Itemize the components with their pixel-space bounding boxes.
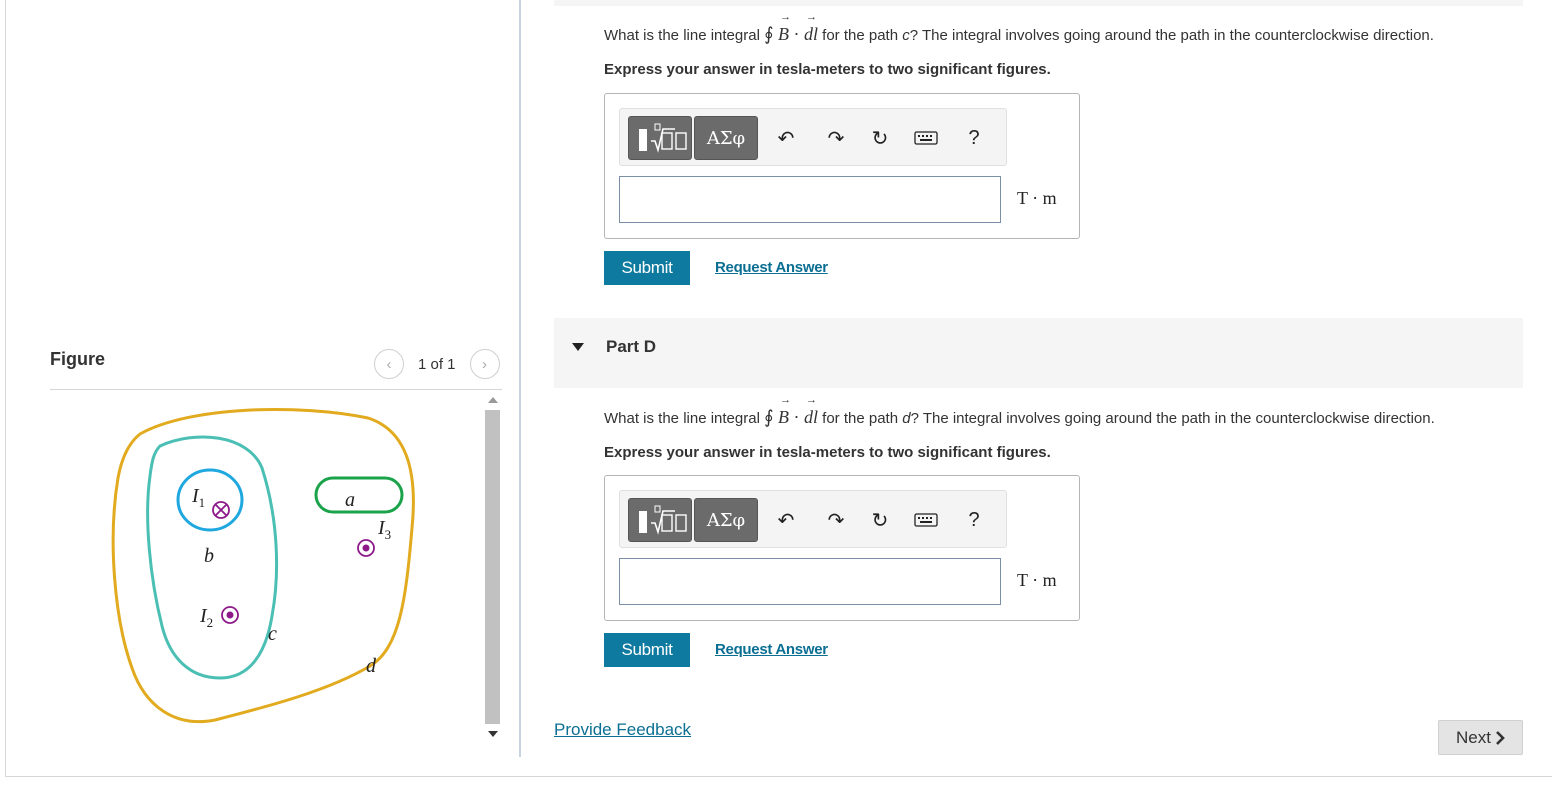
label-i1: I1: [191, 485, 205, 510]
reset-icon[interactable]: ↻: [868, 126, 892, 150]
current-i1-into-page-icon: [212, 501, 230, 519]
part-d-request-answer-link[interactable]: Request Answer: [715, 641, 828, 658]
part-d-instruction: Express your answer in tesla-meters to t…: [604, 444, 1051, 461]
scroll-up-icon[interactable]: [488, 397, 498, 403]
chevron-right-icon: [1496, 730, 1505, 745]
part-d-math-toolbar: ΑΣφ ↶ ↷ ↻ ?: [619, 490, 1007, 548]
part-d-unit: T · m: [1017, 570, 1057, 590]
label-path-d: d: [366, 655, 377, 677]
scroll-thumb[interactable]: [485, 410, 500, 724]
part-d-answer-input[interactable]: [619, 558, 1001, 605]
path-b-loop: [176, 468, 244, 532]
part-c-question: What is the line integral ∮ B · dl for t…: [604, 11, 1434, 45]
path-a-loop: [314, 476, 404, 514]
templates-button[interactable]: [628, 116, 692, 160]
page-left-border: [5, 0, 6, 776]
part-c-answer-input[interactable]: [619, 176, 1001, 223]
page-bottom-border: [5, 776, 1552, 777]
next-button-label: Next: [1456, 727, 1491, 747]
greek-letters-icon: ΑΣφ: [706, 509, 746, 531]
redo-icon[interactable]: ↷: [824, 126, 848, 150]
label-i2: I2: [199, 605, 213, 630]
undo-icon[interactable]: ↶: [774, 508, 798, 532]
undo-icon[interactable]: ↶: [774, 126, 798, 150]
prev-figure-button[interactable]: ‹: [374, 349, 404, 379]
reset-icon[interactable]: ↻: [868, 508, 892, 532]
figure-divider: [50, 389, 502, 390]
chevron-right-icon: ›: [482, 355, 488, 373]
keyboard-icon[interactable]: [914, 126, 938, 150]
pager-text: 1 of 1: [418, 355, 456, 373]
label-path-c: c: [268, 623, 277, 645]
part-c-answer-box: ΑΣφ ↶ ↷ ↻ ? T · m: [604, 93, 1080, 239]
greek-letters-icon: ΑΣφ: [706, 127, 746, 149]
help-icon[interactable]: ?: [962, 508, 986, 532]
label-path-b: b: [204, 545, 214, 567]
part-d-answer-box: ΑΣφ ↶ ↷ ↻ ? T · m: [604, 475, 1080, 621]
part-c-instruction: Express your answer in tesla-meters to t…: [604, 61, 1051, 78]
part-c-submit-button[interactable]: Submit: [604, 251, 690, 285]
help-icon[interactable]: ?: [962, 126, 986, 150]
label-i3: I3: [377, 517, 391, 542]
current-i3-out-of-page-icon: [357, 539, 375, 557]
figure-pager: ‹ 1 of 1 ›: [374, 349, 500, 379]
scroll-down-icon[interactable]: [488, 731, 498, 737]
part-c-unit: T · m: [1017, 188, 1057, 208]
templates-icon: [639, 123, 687, 153]
chevron-left-icon: ‹: [386, 355, 392, 373]
label-path-a: a: [345, 489, 355, 511]
greek-letters-button[interactable]: ΑΣφ: [694, 116, 758, 160]
amperian-loops-figure: I1 I2 I3 a b c d: [111, 408, 415, 723]
templates-icon: [639, 505, 687, 535]
templates-button[interactable]: [628, 498, 692, 542]
part-d-submit-button[interactable]: Submit: [604, 633, 690, 667]
part-d-title: Part D: [606, 337, 657, 356]
next-button[interactable]: Next: [1438, 720, 1523, 755]
greek-letters-button[interactable]: ΑΣφ: [694, 498, 758, 542]
part-c-header-band: [554, 0, 1523, 6]
provide-feedback-link[interactable]: Provide Feedback: [554, 720, 691, 740]
figure-title: Figure: [50, 349, 106, 369]
next-figure-button[interactable]: ›: [469, 349, 500, 379]
current-i2-out-of-page-icon: [221, 606, 239, 624]
part-c-request-answer-link[interactable]: Request Answer: [715, 259, 828, 276]
part-c-math-toolbar: ΑΣφ ↶ ↷ ↻ ?: [619, 108, 1007, 166]
panel-divider: [519, 0, 521, 757]
figure-scrollbar[interactable]: [484, 393, 501, 749]
keyboard-icon[interactable]: [914, 508, 938, 532]
caret-down-icon: [572, 343, 584, 351]
part-d-header[interactable]: Part D: [554, 318, 1523, 388]
part-d-question: What is the line integral ∮ B · dl for t…: [604, 394, 1435, 428]
redo-icon[interactable]: ↷: [824, 508, 848, 532]
